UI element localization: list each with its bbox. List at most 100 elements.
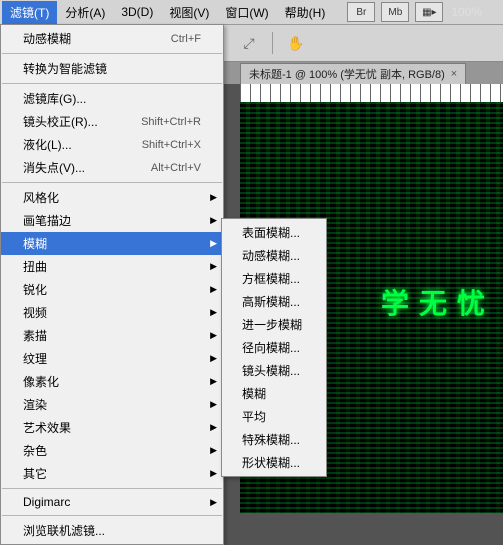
submenu-item-label: 特殊模糊... (242, 433, 300, 447)
submenu-item-label: 径向模糊... (242, 341, 300, 355)
submenu-item-label: 高斯模糊... (242, 295, 300, 309)
submenu-arrow-icon: ▶ (210, 353, 217, 364)
hand-icon[interactable]: ✋ (287, 34, 305, 52)
menu-separator (2, 515, 222, 516)
menu-item-label: 画笔描边 (23, 212, 201, 229)
pointer-icon[interactable]: ⤢ (240, 34, 258, 52)
submenu-item[interactable]: 形状模糊... (222, 451, 326, 474)
menu-item[interactable]: 锐化 ▶ (1, 278, 223, 301)
submenu-item-label: 镜头模糊... (242, 364, 300, 378)
submenu-arrow-icon: ▶ (210, 238, 217, 249)
zoom-readout: 100% (451, 5, 482, 19)
menubar: 滤镜(T) 分析(A) 3D(D) 视图(V) 窗口(W) 帮助(H) Br M… (0, 0, 503, 25)
menu-item[interactable]: 动感模糊Ctrl+F (1, 27, 223, 50)
submenu-arrow-icon: ▶ (210, 422, 217, 433)
menu-item[interactable]: 风格化 ▶ (1, 186, 223, 209)
menu-item[interactable]: 素描 ▶ (1, 324, 223, 347)
menu-item[interactable]: 模糊▶ (1, 232, 223, 255)
submenu-arrow-icon: ▶ (210, 284, 217, 295)
submenu-item-label: 平均 (242, 410, 266, 424)
menu-3d[interactable]: 3D(D) (113, 2, 161, 22)
submenu-item[interactable]: 进一步模糊 (222, 313, 326, 336)
submenu-arrow-icon: ▶ (210, 261, 217, 272)
layout-button[interactable]: ▦▸ (415, 2, 443, 22)
submenu-item-label: 表面模糊... (242, 226, 300, 240)
submenu-item[interactable]: 表面模糊... (222, 221, 326, 244)
menu-separator (2, 182, 222, 183)
menu-separator (2, 488, 222, 489)
br-button[interactable]: Br (347, 2, 375, 22)
submenu-item-label: 进一步模糊 (242, 318, 302, 332)
menu-item-label: 消失点(V)... (23, 159, 139, 176)
document-tab[interactable]: 未标题-1 @ 100% (学无忧 副本, RGB/8) × (240, 63, 466, 84)
submenu-arrow-icon: ▶ (210, 307, 217, 318)
menu-item[interactable]: 浏览联机滤镜... (1, 519, 223, 542)
menu-item-label: 素描 (23, 327, 201, 344)
menu-item-label: 视频 (23, 304, 201, 321)
menu-analysis[interactable]: 分析(A) (57, 1, 113, 24)
menu-item-label: 艺术效果 (23, 419, 201, 436)
filter-menu: 动感模糊Ctrl+F 转换为智能滤镜滤镜库(G)... 镜头校正(R)...Shif… (0, 24, 224, 545)
menu-item-label: 其它 (23, 465, 201, 482)
menu-item-shortcut: Alt+Ctrl+V (139, 162, 201, 174)
menu-item-label: 浏览联机滤镜... (23, 522, 201, 539)
submenu-arrow-icon: ▶ (210, 468, 217, 479)
submenu-item[interactable]: 方框模糊... (222, 267, 326, 290)
menu-item-label: 杂色 (23, 442, 201, 459)
submenu-item-label: 方框模糊... (242, 272, 300, 286)
menu-item[interactable]: 画笔描边▶ (1, 209, 223, 232)
menu-item-label: 锐化 (23, 281, 201, 298)
submenu-item[interactable]: 模糊 (222, 382, 326, 405)
menu-item-label: 滤镜库(G)... (23, 90, 201, 107)
submenu-item[interactable]: 径向模糊... (222, 336, 326, 359)
menu-item-label: Digimarc (23, 495, 201, 509)
submenu-item[interactable]: 高斯模糊... (222, 290, 326, 313)
menu-window[interactable]: 窗口(W) (217, 1, 276, 24)
menu-item-label: 渲染 (23, 396, 201, 413)
submenu-item[interactable]: 镜头模糊... (222, 359, 326, 382)
submenu-item[interactable]: 动感模糊... (222, 244, 326, 267)
menu-filter[interactable]: 滤镜(T) (2, 1, 57, 24)
menu-item[interactable]: 杂色 ▶ (1, 439, 223, 462)
submenu-item[interactable]: 平均 (222, 405, 326, 428)
menu-item[interactable]: 镜头校正(R)...Shift+Ctrl+R (1, 110, 223, 133)
menu-view[interactable]: 视图(V) (161, 1, 217, 24)
menu-item-label: 转换为智能滤镜 (23, 60, 201, 77)
submenu-arrow-icon: ▶ (210, 192, 217, 203)
menu-item-label: 像素化 (23, 373, 201, 390)
menu-help[interactable]: 帮助(H) (277, 1, 334, 24)
menu-item-shortcut: Shift+Ctrl+R (129, 116, 201, 128)
document-tab-title: 未标题-1 @ 100% (学无忧 副本, RGB/8) (249, 66, 445, 82)
menu-item[interactable]: 艺术效果 ▶ (1, 416, 223, 439)
menu-item[interactable]: 其它 ▶ (1, 462, 223, 485)
menu-item-shortcut: Ctrl+F (159, 33, 201, 45)
submenu-arrow-icon: ▶ (210, 445, 217, 456)
menu-item[interactable]: 消失点(V)...Alt+Ctrl+V (1, 156, 223, 179)
menu-item[interactable]: 视频 ▶ (1, 301, 223, 324)
menu-item-label: 扭曲 (23, 258, 201, 275)
menu-item[interactable]: 转换为智能滤镜 (1, 57, 223, 80)
menu-item[interactable]: 渲染▶ (1, 393, 223, 416)
menu-item[interactable]: 像素化▶ (1, 370, 223, 393)
close-icon[interactable]: × (451, 68, 457, 80)
mb-button[interactable]: Mb (381, 2, 409, 22)
submenu-item-label: 形状模糊... (242, 456, 300, 470)
canvas-text: 学无忧 (381, 282, 495, 322)
menu-item[interactable]: 扭曲 ▶ (1, 255, 223, 278)
submenu-item[interactable]: 特殊模糊... (222, 428, 326, 451)
blur-submenu: 表面模糊... 动感模糊... 方框模糊... 高斯模糊... 进一步模糊径向模糊...… (221, 218, 327, 477)
submenu-item-label: 模糊 (242, 387, 266, 401)
menu-item-label: 风格化 (23, 189, 201, 206)
menu-separator (2, 53, 222, 54)
submenu-arrow-icon: ▶ (210, 497, 217, 508)
menu-item[interactable]: 液化(L)...Shift+Ctrl+X (1, 133, 223, 156)
menu-item-label: 液化(L)... (23, 136, 130, 153)
menu-item[interactable]: Digimarc ▶ (1, 492, 223, 512)
menu-item-label: 纹理 (23, 350, 201, 367)
menu-item[interactable]: 滤镜库(G)... (1, 87, 223, 110)
menu-item-label: 动感模糊 (23, 30, 159, 47)
horizontal-ruler (240, 84, 503, 103)
submenu-arrow-icon: ▶ (210, 330, 217, 341)
menu-separator (2, 83, 222, 84)
menu-item[interactable]: 纹理 ▶ (1, 347, 223, 370)
